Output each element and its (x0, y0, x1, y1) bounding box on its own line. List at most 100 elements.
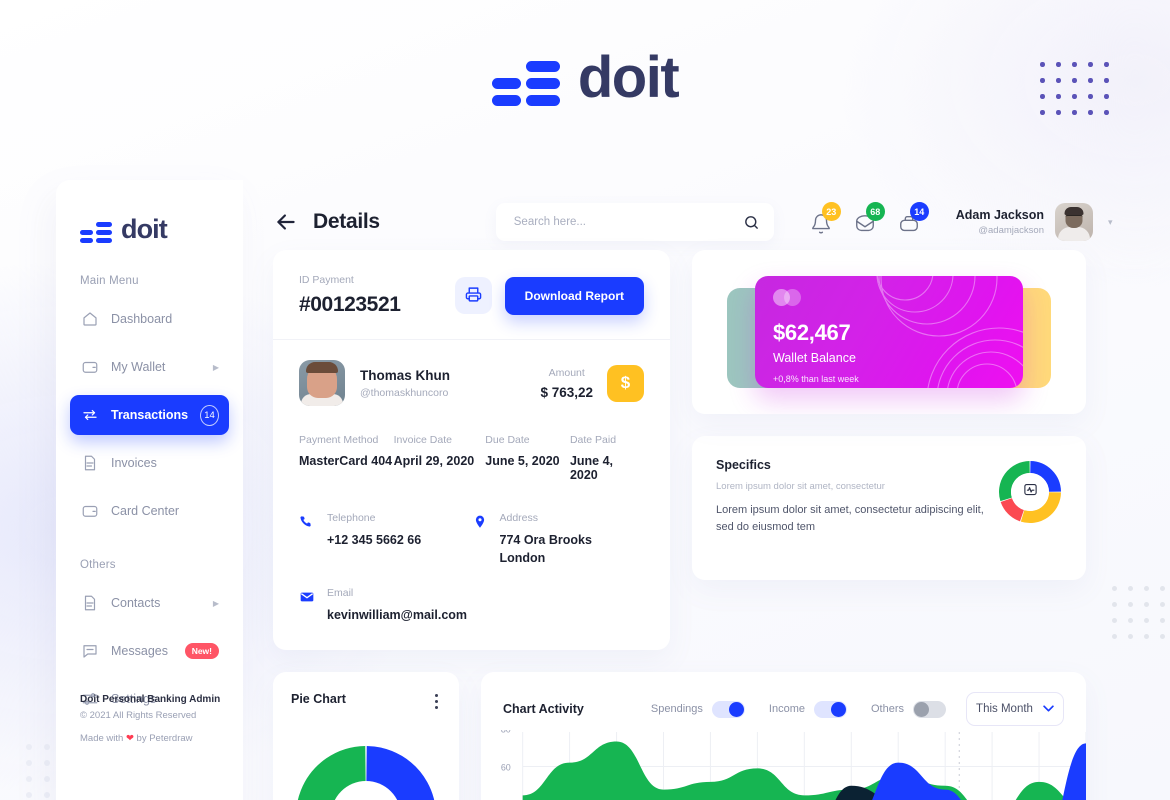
contact-value: 774 Ora Brooks London (499, 533, 592, 566)
sidebar-item-label: Card Center (111, 504, 180, 518)
activity-icon (1023, 482, 1038, 502)
specifics-body: Lorem ipsum dolor sit amet, consectetur … (716, 504, 984, 534)
invoice-meta-value: June 4, 2020 (569, 454, 614, 482)
page-root: doit doit Main Menu Dashboard My Wallet ▶ Tr… (0, 0, 1170, 800)
invoice-id-block: ID Payment #00123521 (299, 274, 401, 317)
notification-count: 23 (821, 202, 841, 221)
sidebar-item-transactions[interactable]: Transactions 14 (70, 395, 229, 435)
invoice-meta-value: April 29, 2020 (393, 454, 475, 468)
sidebar-section-title: Others (80, 559, 116, 571)
wallet-card-stack: $62,467 Wallet Balance +0,8% than last w… (727, 276, 1051, 388)
amount-label: Amount (548, 366, 585, 379)
pie-chart-header: Pie Chart (291, 692, 441, 711)
mail-icon-button[interactable]: 68 (854, 202, 885, 235)
sidebar-item-messages[interactable]: Messages New! (70, 631, 229, 671)
invoice-card: ID Payment #00123521 Download Report Tho… (273, 250, 670, 651)
user-names: Adam Jackson @adamjackson (956, 208, 1044, 236)
phone-icon (299, 512, 315, 530)
home-icon (81, 310, 99, 328)
charts-row: Pie Chart Chart Activity Spendings Income… (273, 672, 1116, 800)
arrow-left-icon[interactable] (273, 209, 299, 235)
doit-logo-icon (491, 50, 560, 106)
toggle-label: Spendings (650, 703, 703, 716)
footer-credit-prefix: Made with (80, 733, 126, 744)
specifics-donut-chart (998, 460, 1062, 524)
payer-row: Thomas Khun @thomaskhuncoro Amount $ 763… (273, 340, 670, 424)
chevron-right-icon[interactable]: ▶ (213, 599, 219, 608)
area-chart-axis-labels: 406080 (501, 730, 511, 773)
search-icon[interactable] (743, 214, 760, 231)
specifics-subtitle: Lorem ipsum dolor sit amet, consectetur (716, 481, 885, 492)
chevron-right-icon[interactable]: ▶ (213, 363, 219, 372)
sidebar-logo[interactable]: doit (56, 214, 243, 245)
contact-texts: Telephone +12 345 5662 66 (327, 512, 421, 567)
chart-activity-card: Chart Activity Spendings Income Others Thi… (481, 672, 1086, 800)
content-grid: ID Payment #00123521 Download Report Tho… (273, 250, 1116, 651)
sidebar-item-contacts[interactable]: Contacts ▶ (70, 583, 229, 623)
contact-label: Email (327, 587, 354, 600)
toggle-others[interactable]: Others (871, 700, 946, 718)
donut-center (1011, 473, 1049, 511)
contact-label: Address (499, 512, 539, 524)
notification-count: 14 (909, 202, 929, 221)
heart-icon: ❤ (125, 733, 134, 744)
footer-credit-suffix: by Peterdraw (133, 733, 193, 744)
avatar[interactable] (1055, 203, 1093, 241)
amount-block: Amount $ 763,22 $ (540, 364, 644, 402)
sidebar: doit Main Menu Dashboard My Wallet ▶ Transac… (56, 180, 243, 800)
amount-texts: Amount $ 763,22 (540, 367, 593, 400)
toggle-switch[interactable] (711, 700, 745, 718)
wallet-card-front[interactable]: $62,467 Wallet Balance +0,8% than last w… (755, 276, 1023, 388)
sidebar-item-my-wallet[interactable]: My Wallet ▶ (70, 347, 229, 387)
invoice-header: ID Payment #00123521 Download Report (273, 250, 670, 340)
search-input[interactable] (513, 216, 743, 228)
sidebar-item-card-center[interactable]: Card Center (70, 491, 229, 531)
contact-item: Telephone +12 345 5662 66 (299, 512, 472, 567)
transfer-icon (81, 406, 99, 424)
page-title: Details (313, 210, 380, 233)
toggle-spendings[interactable]: Spendings (650, 700, 745, 718)
kebab-menu-icon[interactable] (432, 692, 441, 711)
invoice-meta-label: Payment Method (299, 434, 379, 446)
brand-header: doit (0, 44, 1170, 111)
contact-label: Telephone (327, 512, 376, 524)
toggle-income[interactable]: Income (768, 700, 847, 718)
search-box[interactable] (495, 203, 774, 241)
wallet-icon (81, 358, 99, 376)
sidebar-item-label: My Wallet (111, 360, 166, 374)
y-axis-tick-label: 80 (501, 730, 511, 734)
toggle-switch[interactable] (813, 700, 847, 718)
overview-column: $62,467 Wallet Balance +0,8% than last w… (692, 250, 1086, 650)
sidebar-section-title: Main Menu (80, 275, 139, 287)
document-icon (81, 454, 99, 472)
briefcase-icon-button[interactable]: 14 (898, 202, 929, 235)
contact-texts: Address 774 Ora Brooks London (500, 512, 592, 567)
invoice-meta-item: Invoice Date April 29, 2020 (394, 434, 486, 482)
chart-activity-title: Chart Activity (503, 702, 584, 717)
sidebar-item-dashboard[interactable]: Dashboard (70, 299, 229, 339)
brand-logo: doit (491, 44, 680, 111)
period-label: This Month (976, 703, 1033, 716)
notification-count: 68 (865, 202, 885, 221)
toggle-switch[interactable] (913, 700, 946, 718)
chevron-down-icon[interactable]: ▾ (1108, 217, 1113, 228)
print-button[interactable] (454, 277, 492, 314)
toggle-label: Income (768, 703, 805, 716)
chevron-down-icon (1043, 704, 1054, 715)
specifics-title: Specifics (716, 458, 771, 472)
wallet-balance-card: $62,467 Wallet Balance +0,8% than last w… (692, 250, 1086, 414)
brand-wordmark: doit (577, 45, 680, 110)
invoice-meta-item: Payment Method MasterCard 404 (299, 434, 394, 482)
user-menu[interactable]: Adam Jackson @adamjackson ▾ (956, 203, 1113, 241)
download-report-button[interactable]: Download Report (504, 276, 644, 315)
payer-name: Thomas Khun (360, 367, 450, 383)
card-chip-icon (773, 289, 808, 306)
period-select[interactable]: This Month (966, 692, 1064, 727)
bell-icon-button[interactable]: 23 (810, 202, 841, 235)
invoice-meta-label: Invoice Date (393, 434, 452, 446)
sidebar-item-invoices[interactable]: Invoices (70, 443, 229, 483)
sidebar-wordmark: doit (121, 214, 168, 244)
pie-chart-donut (296, 746, 436, 800)
main-content: Details 23 68 14 Adam Jackson @adamjackson (243, 180, 1116, 800)
series-toggles: Spendings Income Others (650, 700, 946, 718)
